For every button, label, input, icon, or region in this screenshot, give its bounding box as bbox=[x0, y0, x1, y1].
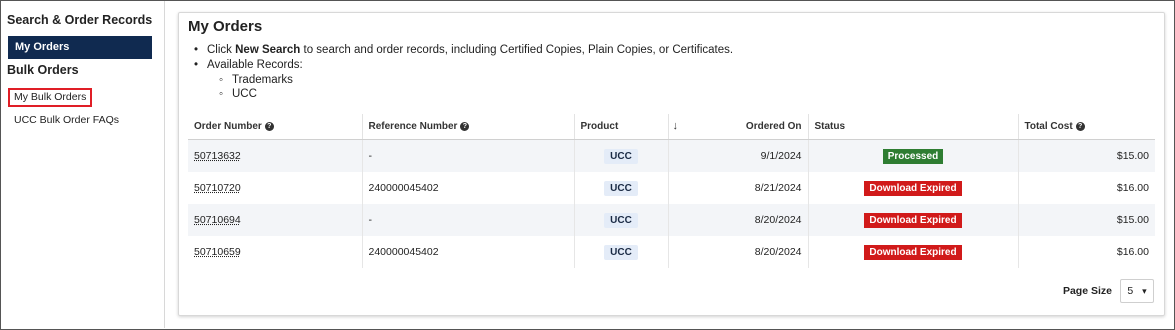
table-header-row: Order Number? Reference Number? Product … bbox=[188, 114, 1155, 140]
reference-number-cell: - bbox=[362, 204, 575, 236]
pagination: Page Size 5 ▾ bbox=[1063, 279, 1154, 303]
product-badge: UCC bbox=[604, 212, 638, 228]
sidebar-heading-bulk-orders: Bulk Orders bbox=[7, 63, 79, 77]
ordered-on-cell: 8/21/2024 bbox=[668, 172, 809, 204]
status-cell: Download Expired bbox=[808, 204, 1019, 236]
table-row: 50710659 240000045402 UCC 8/20/2024 Down… bbox=[188, 236, 1155, 268]
product-badge: UCC bbox=[604, 244, 638, 260]
sidebar-item-my-bulk-orders[interactable]: My Bulk Orders bbox=[14, 91, 86, 103]
chevron-down-icon: ▾ bbox=[1142, 285, 1147, 296]
total-cost-cell: $16.00 bbox=[1116, 182, 1149, 194]
product-cell: UCC bbox=[574, 204, 669, 236]
order-number-cell: 50710720 bbox=[188, 172, 363, 204]
product-cell: UCC bbox=[574, 172, 669, 204]
orders-panel: My Orders Click New Search to search and… bbox=[178, 12, 1165, 316]
record-type-ucc: UCC bbox=[194, 87, 733, 102]
status-badge: Processed bbox=[882, 148, 944, 164]
status-badge: Download Expired bbox=[864, 180, 962, 196]
help-icon[interactable]: ? bbox=[460, 121, 470, 131]
reference-number-cell: 240000045402 bbox=[362, 172, 575, 204]
page-size-value: 5 bbox=[1127, 285, 1134, 297]
reference-number-cell: 240000045402 bbox=[362, 236, 575, 268]
product-cell: UCC bbox=[574, 236, 669, 268]
product-badge: UCC bbox=[604, 180, 638, 196]
order-number-cell: 50713632 bbox=[188, 139, 363, 172]
order-number-link[interactable]: 50710720 bbox=[194, 182, 241, 194]
table-row: 50710720 240000045402 UCC 8/21/2024 Down… bbox=[188, 172, 1155, 204]
new-search-text: New Search bbox=[235, 44, 301, 56]
reference-number-cell: - bbox=[362, 139, 575, 172]
instruction-available-records: Available Records: bbox=[194, 58, 733, 73]
header-ordered-on[interactable]: ↓ Ordered On bbox=[668, 114, 809, 140]
total-cost-cell: $16.00 bbox=[1116, 246, 1149, 258]
ordered-on-cell: 8/20/2024 bbox=[668, 236, 809, 268]
record-type-trademarks: Trademarks bbox=[194, 73, 733, 88]
header-total-cost[interactable]: Total Cost? bbox=[1018, 114, 1155, 140]
instructions-list: Click New Search to search and order rec… bbox=[194, 43, 733, 102]
product-cell: UCC bbox=[574, 139, 669, 172]
order-number-link[interactable]: 50710659 bbox=[194, 246, 241, 258]
header-product[interactable]: Product bbox=[574, 114, 669, 140]
total-cost-cell: $15.00 bbox=[1018, 139, 1155, 172]
sidebar-item-ucc-bulk-order-faqs[interactable]: UCC Bulk Order FAQs bbox=[14, 114, 119, 126]
order-number-link[interactable]: 50713632 bbox=[194, 150, 241, 162]
ordered-on-cell: 9/1/2024 bbox=[668, 139, 809, 172]
order-number-cell: 50710694 bbox=[188, 204, 363, 236]
page-size-label: Page Size bbox=[1062, 285, 1112, 297]
help-icon[interactable]: ? bbox=[1075, 121, 1085, 131]
page-title: My Orders bbox=[188, 18, 263, 35]
table-row: 50713632 - UCC 9/1/2024 Processed $15.00 bbox=[188, 139, 1155, 172]
order-number-cell: 50710659 bbox=[188, 236, 363, 268]
table-row: 50710694 - UCC 8/20/2024 Download Expire… bbox=[188, 204, 1155, 236]
sidebar: Search & Order Records My Orders Bulk Or… bbox=[1, 1, 165, 328]
ordered-on-cell: 8/20/2024 bbox=[668, 204, 809, 236]
orders-table: Order Number? Reference Number? Product … bbox=[188, 114, 1155, 268]
header-status[interactable]: Status bbox=[808, 114, 1019, 140]
header-order-number[interactable]: Order Number? bbox=[188, 114, 363, 140]
order-number-link[interactable]: 50710694 bbox=[194, 214, 241, 226]
status-cell: Download Expired bbox=[808, 236, 1019, 268]
status-cell: Download Expired bbox=[808, 172, 1019, 204]
sidebar-heading-search-order: Search & Order Records bbox=[7, 13, 153, 27]
instruction-new-search: Click New Search to search and order rec… bbox=[194, 43, 733, 58]
status-cell: Processed bbox=[808, 139, 1019, 172]
sidebar-item-my-orders[interactable]: My Orders bbox=[8, 36, 152, 59]
status-badge: Download Expired bbox=[864, 244, 962, 260]
page-size-select[interactable]: 5 ▾ bbox=[1120, 279, 1154, 303]
product-badge: UCC bbox=[604, 148, 638, 164]
status-badge: Download Expired bbox=[864, 212, 962, 228]
header-reference-number[interactable]: Reference Number? bbox=[362, 114, 575, 140]
sort-arrow-icon[interactable]: ↓ bbox=[673, 120, 679, 132]
help-icon[interactable]: ? bbox=[264, 121, 274, 131]
total-cost-cell: $15.00 bbox=[1018, 204, 1155, 236]
